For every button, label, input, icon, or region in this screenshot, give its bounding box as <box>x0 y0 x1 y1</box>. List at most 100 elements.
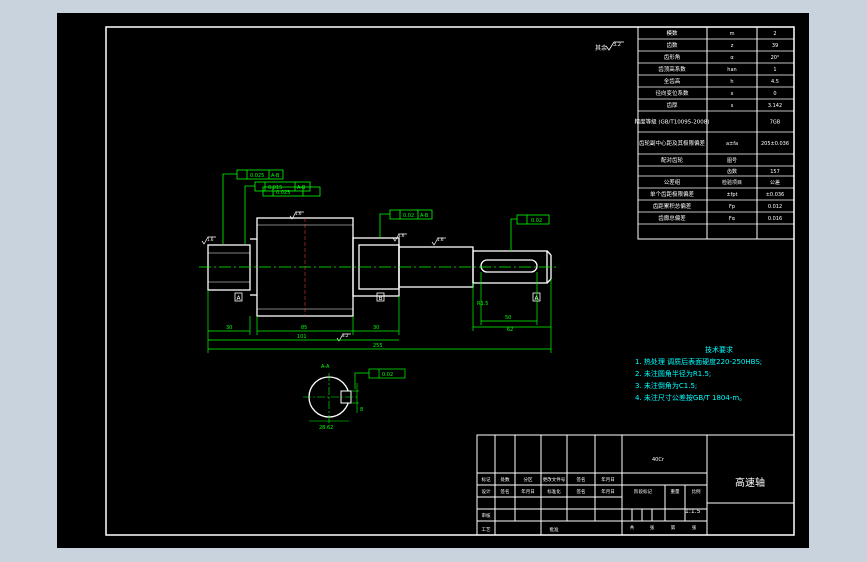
tb-cell: 张 <box>692 524 697 531</box>
params-cell: a±fa <box>726 141 738 147</box>
tb-design-cell: 年月日 <box>521 488 535 495</box>
tb-cell: 工艺 <box>482 527 491 533</box>
roughness-general-value: 3.2 <box>613 42 621 48</box>
params-cell: 公差组 <box>664 178 681 186</box>
params-cell: 20° <box>771 55 780 61</box>
params-cell: 齿数 <box>666 41 678 49</box>
params-rows: 模数 m 2 齿数 z 39 齿形角 α 20° 齿顶高系数 han 1 全齿高 h 4.5 径向变位系数 x 0… <box>635 29 794 225</box>
roughness-general-label: 其余 <box>595 44 607 52</box>
params-cell: 齿形角 <box>664 53 681 61</box>
section-label: A-A <box>321 364 330 370</box>
tech-heading: 技术要求 <box>705 345 733 354</box>
params-cell: 齿轮副中心距及其极限偏差 <box>639 139 706 147</box>
datum-ab-text-1: A-B <box>271 173 280 179</box>
datum-ab-text-3: A-B <box>420 213 429 219</box>
params-cell: 图号 <box>727 158 737 164</box>
tolerance-2b-text: 0.02 <box>531 218 542 224</box>
tb-design-cell: 年月日 <box>601 488 615 495</box>
tb-design-cell: 签名 <box>501 488 510 495</box>
ra-label-2: 1.6 <box>295 211 302 216</box>
section-dim-1: 28.62 <box>319 425 333 431</box>
tolerance-callouts <box>222 169 550 251</box>
tech-item-2: 2. 未注圆角半径为R1.5; <box>635 369 711 378</box>
drawing-sheet[interactable]: 模数 m 2 齿数 z 39 齿形角 α 20° 齿顶高系数 han 1 全齿高 h 4.5 径向变位系数 x 0… <box>57 13 809 548</box>
tb-design-cell: 标准化 <box>547 488 561 495</box>
params-cell: 0.016 <box>768 216 782 222</box>
dim-30-right: 30 <box>373 325 379 331</box>
dim-85: 85 <box>301 325 307 331</box>
ra-label-4: 1.6 <box>437 237 444 242</box>
params-cell: 单个齿距极限偏差 <box>650 190 695 198</box>
border-frame <box>105 26 795 536</box>
tb-design-cell: 阶段标记 <box>634 488 652 495</box>
params-cell: 公差 <box>770 179 780 186</box>
params-cell: 157 <box>770 169 780 175</box>
tb-header-cell: 更改文件号 <box>543 476 566 483</box>
drawing-title: 高速轴 <box>735 476 765 489</box>
params-cell: Fα <box>729 216 736 222</box>
material-note: 40Cr <box>652 457 665 463</box>
dimension-lines <box>207 272 552 353</box>
params-cell: 3.142 <box>768 103 782 109</box>
dim-r15: R1.5 <box>477 301 488 307</box>
section-dim-2: 8 <box>360 407 363 413</box>
params-cell: 1 <box>773 67 776 73</box>
roughness-marks <box>201 211 446 342</box>
tb-design-cell: 比例 <box>692 488 701 495</box>
tolerance-1-text: 0.025 <box>250 173 264 179</box>
dim-30-left: 30 <box>226 325 232 331</box>
tech-item-3: 3. 未注倒角为C1.5; <box>635 381 697 390</box>
params-cell: 205±0.036 <box>761 141 789 147</box>
params-cell: 7GB <box>770 120 781 126</box>
section-tolerance: 0.02 <box>382 372 393 378</box>
tb-header-cell: 签名 <box>577 476 586 483</box>
tb-cell: 批准 <box>550 526 559 533</box>
params-cell: 齿距累积总偏差 <box>653 202 692 210</box>
params-cell: 齿顶高系数 <box>658 65 686 73</box>
params-cell: 配对齿轮 <box>661 156 684 164</box>
params-cell: 0 <box>773 91 776 97</box>
tb-header-cell: 标记 <box>482 476 491 483</box>
params-cell: 检验项目 <box>722 179 742 186</box>
tb-header-cell: 年月日 <box>601 476 615 483</box>
dim-50: 50 <box>505 315 511 321</box>
params-cell: 全齿高 <box>664 77 681 85</box>
params-cell: 齿厚 <box>666 102 678 109</box>
params-cell: 模数 <box>666 29 678 37</box>
tb-header-cell: 分区 <box>524 476 533 483</box>
cad-viewport: 模数 m 2 齿数 z 39 齿形角 α 20° 齿顶高系数 han 1 全齿高 h 4.5 径向变位系数 x 0… <box>0 0 867 562</box>
params-cell: m <box>730 31 735 37</box>
dim-255: 255 <box>373 343 383 349</box>
dim-101: 101 <box>297 334 307 340</box>
params-cell: 齿廓总偏差 <box>658 214 686 222</box>
params-cell: s <box>731 103 734 109</box>
ra-label-1: 1.6 <box>207 237 214 242</box>
params-cell: ±0.036 <box>766 192 785 198</box>
params-cell: 4.5 <box>771 79 779 85</box>
dim-62: 62 <box>507 327 513 333</box>
tb-cell: 第 <box>671 524 676 531</box>
tech-item-4: 4. 未注尺寸公差按GB/T 1804-m。 <box>635 393 746 402</box>
drawing-svg: 模数 m 2 齿数 z 39 齿形角 α 20° 齿顶高系数 han 1 全齿高 h 4.5 径向变位系数 x 0… <box>105 26 795 536</box>
params-cell: 39 <box>772 43 778 49</box>
params-cell: ±fpt <box>726 192 737 198</box>
datum-b-label: B <box>379 295 383 302</box>
tolerance-2-text: 0.02 <box>403 213 414 219</box>
ra-label-3: 1.6 <box>398 233 405 238</box>
params-cell: α <box>730 55 734 61</box>
tb-cell: 张 <box>650 524 655 531</box>
datum-ab-text-2: A-B <box>297 185 306 191</box>
tb-design-cell: 设计 <box>482 488 491 495</box>
params-cell: 径向变位系数 <box>655 89 689 97</box>
params-cell: 2 <box>773 31 776 37</box>
tech-requirements: 技术要求 1. 热处理 调质后表面硬度220-250HBS; 2. 未注圆角半径… <box>635 345 762 402</box>
params-cell: 0.012 <box>768 204 782 210</box>
tb-header-cell: 处数 <box>501 476 510 483</box>
tb-cell: 共 <box>630 524 635 531</box>
tb-cell: 审核 <box>482 512 491 519</box>
params-cell: 精度等级 (GB/T10095-2008) <box>635 118 710 126</box>
params-cell: han <box>727 67 736 73</box>
tb-design-cell: 签名 <box>577 488 586 495</box>
scale-value: 1:1.5 <box>685 508 701 515</box>
tb-design-cell: 重量 <box>671 488 680 495</box>
